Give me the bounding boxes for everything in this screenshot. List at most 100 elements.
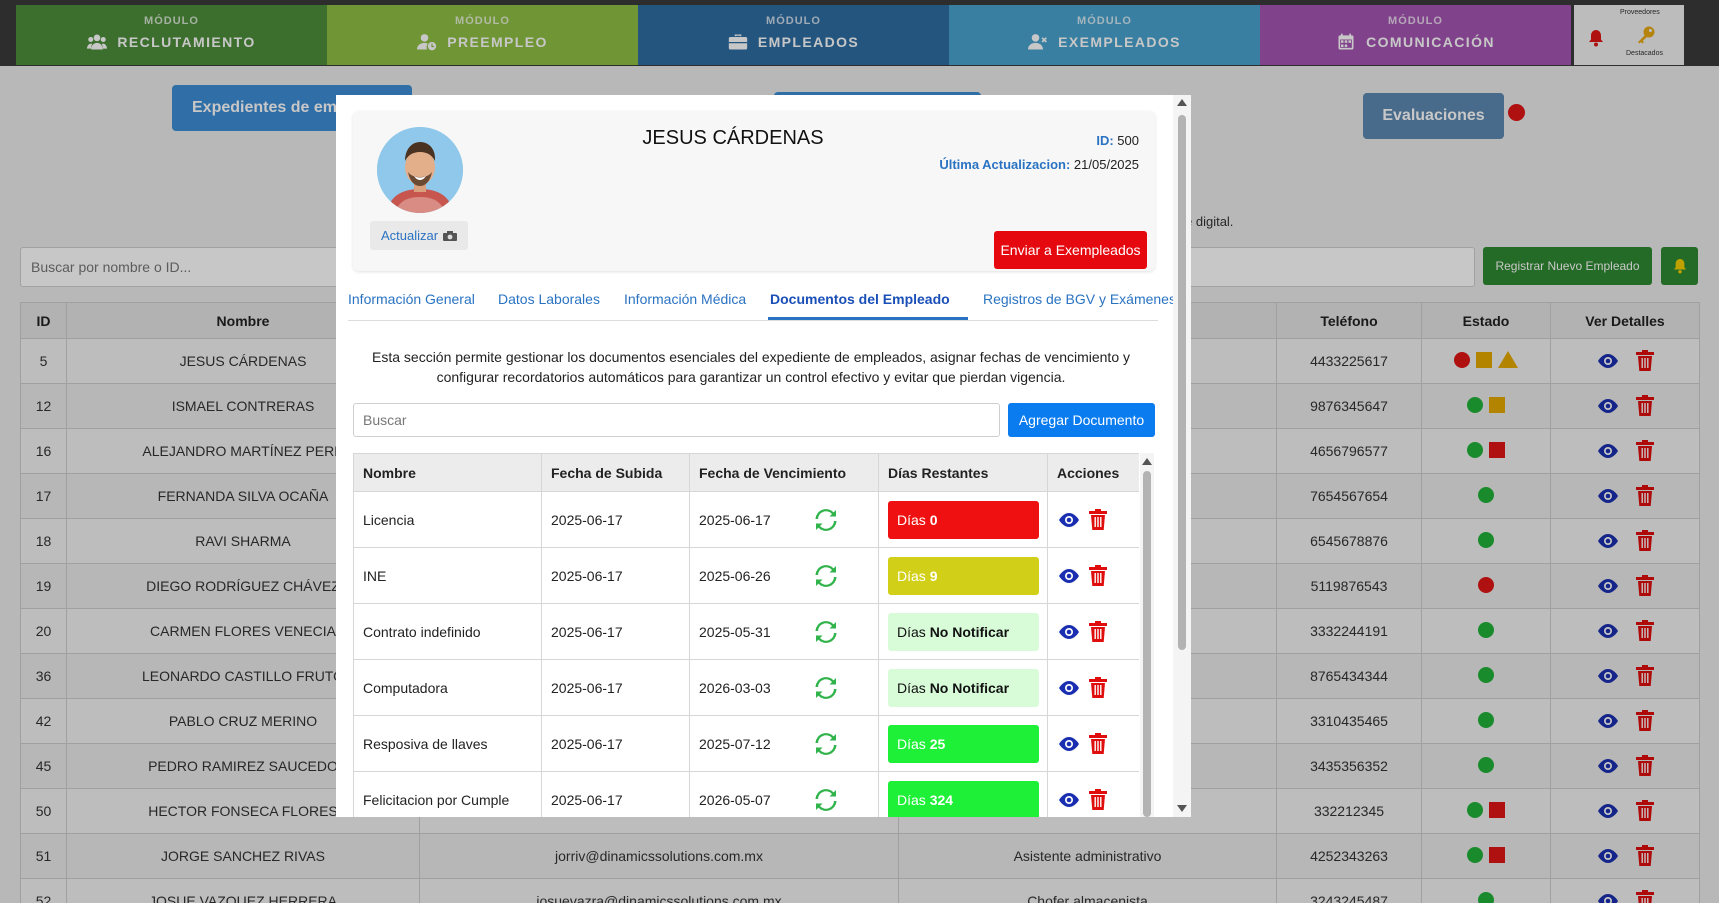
document-days-cell: Días No Notificar xyxy=(878,659,1048,716)
expiry-date: 2026-03-03 xyxy=(699,679,771,696)
document-search-input[interactable]: Buscar xyxy=(353,403,1000,437)
document-actions-cell xyxy=(1047,603,1139,660)
days-value: 9 xyxy=(929,567,938,584)
days-label: Días xyxy=(897,511,926,528)
employee-id: ID: 500 xyxy=(1096,133,1139,148)
days-label: Días xyxy=(897,735,926,752)
document-expires-cell: 2025-07-12 xyxy=(689,715,879,772)
column-header: Días Restantes xyxy=(878,453,1048,492)
documents-table: Nombre Fecha de Subida Fecha de Vencimie… xyxy=(353,453,1139,817)
document-expires-cell: 2026-05-07 xyxy=(689,771,879,817)
document-uploaded-cell: 2025-06-17 xyxy=(541,491,690,548)
expiry-date: 2025-06-26 xyxy=(699,567,771,584)
document-name-cell: Contrato indefinido xyxy=(353,603,542,660)
last-update-label: Última Actualizacion: xyxy=(939,157,1071,172)
id-label: ID: xyxy=(1096,133,1114,148)
document-uploaded-cell: 2025-06-17 xyxy=(541,603,690,660)
id-value: 500 xyxy=(1117,133,1139,148)
days-value: No Notificar xyxy=(929,623,1010,640)
section-description: Esta sección permite gestionar los docum… xyxy=(372,349,1130,385)
document-expires-cell: 2025-05-31 xyxy=(689,603,879,660)
document-actions-cell xyxy=(1047,491,1139,548)
tab-informacion-general[interactable]: Información General xyxy=(348,291,475,307)
refresh-icon[interactable] xyxy=(814,508,838,531)
table-header-row: Nombre Fecha de Subida Fecha de Vencimie… xyxy=(353,453,1139,492)
days-remaining-badge: Días 25 xyxy=(888,724,1039,763)
expiry-date: 2025-06-17 xyxy=(699,511,771,528)
document-actions-cell xyxy=(1047,547,1139,604)
eye-icon[interactable] xyxy=(1057,512,1081,528)
modal-scrollbar[interactable] xyxy=(1173,95,1191,817)
days-remaining-badge: Días No Notificar xyxy=(888,612,1039,651)
days-value: 25 xyxy=(929,735,946,752)
camera-icon xyxy=(443,230,458,241)
table-row: Contrato indefinido 2025-06-17 2025-05-31 D… xyxy=(353,603,1139,660)
trash-icon[interactable] xyxy=(1089,733,1107,754)
send-to-exempleados-button[interactable]: Enviar a Exempleados xyxy=(994,231,1147,269)
column-header: Fecha de Subida xyxy=(541,453,690,492)
scroll-down-arrow[interactable] xyxy=(1177,805,1187,812)
document-actions-cell xyxy=(1047,659,1139,716)
avatar xyxy=(377,127,463,213)
document-name-cell: Resposiva de llaves xyxy=(353,715,542,772)
refresh-icon[interactable] xyxy=(814,788,838,811)
days-remaining-badge: Días No Notificar xyxy=(888,668,1039,707)
last-update: Última Actualizacion: 21/05/2025 xyxy=(939,157,1139,172)
eye-icon[interactable] xyxy=(1057,736,1081,752)
days-remaining-badge: Días 324 xyxy=(888,780,1039,817)
refresh-icon[interactable] xyxy=(814,676,838,699)
days-remaining-badge: Días 0 xyxy=(888,500,1039,539)
trash-icon[interactable] xyxy=(1089,621,1107,642)
employee-name: JESUS CÁRDENAS xyxy=(642,127,824,149)
documents-scrollbar[interactable] xyxy=(1140,453,1154,817)
scroll-up-arrow[interactable] xyxy=(1177,99,1187,106)
document-uploaded-cell: 2025-06-17 xyxy=(541,547,690,604)
update-photo-button[interactable]: Actualizar xyxy=(370,221,468,250)
tab-documentos-empleado[interactable]: Documentos del Empleado xyxy=(770,291,950,307)
refresh-icon[interactable] xyxy=(814,620,838,643)
eye-icon[interactable] xyxy=(1057,568,1081,584)
document-actions-cell xyxy=(1047,771,1139,817)
document-uploaded-cell: 2025-06-17 xyxy=(541,659,690,716)
scrollbar-thumb[interactable] xyxy=(1143,471,1151,817)
table-row: Licencia 2025-06-17 2025-06-17 Días 0 xyxy=(353,491,1139,548)
document-days-cell: Días 0 xyxy=(878,491,1048,548)
column-header: Nombre xyxy=(353,453,542,492)
tab-informacion-medica[interactable]: Información Médica xyxy=(624,291,746,307)
document-days-cell: Días 25 xyxy=(878,715,1048,772)
document-actions-cell xyxy=(1047,715,1139,772)
table-row: Computadora 2025-06-17 2026-03-03 Días No N… xyxy=(353,659,1139,716)
update-photo-label: Actualizar xyxy=(380,228,439,243)
add-document-button[interactable]: Agregar Documento xyxy=(1008,403,1155,437)
trash-icon[interactable] xyxy=(1089,509,1107,530)
document-days-cell: Días No Notificar xyxy=(878,603,1048,660)
days-label: Días xyxy=(897,567,926,584)
tab-registros-bgv[interactable]: Registros de BGV y Exámenes xyxy=(983,291,1176,307)
days-label: Días xyxy=(897,623,926,640)
documents-table-container: Nombre Fecha de Subida Fecha de Vencimie… xyxy=(353,453,1139,817)
employee-header-card: Actualizar JESUS CÁRDENAS ID: 500 Última… xyxy=(353,111,1155,271)
active-tab-indicator xyxy=(768,317,968,320)
trash-icon[interactable] xyxy=(1089,565,1107,586)
document-name-cell: Computadora xyxy=(353,659,542,716)
expiry-date: 2025-07-12 xyxy=(699,735,771,752)
document-days-cell: Días 9 xyxy=(878,547,1048,604)
eye-icon[interactable] xyxy=(1057,792,1081,808)
expiry-date: 2026-05-07 xyxy=(699,791,771,808)
trash-icon[interactable] xyxy=(1089,677,1107,698)
scroll-up-arrow[interactable] xyxy=(1142,458,1152,465)
document-uploaded-cell: 2025-06-17 xyxy=(541,771,690,817)
trash-icon[interactable] xyxy=(1089,789,1107,810)
document-expires-cell: 2026-03-03 xyxy=(689,659,879,716)
document-days-cell: Días 324 xyxy=(878,771,1048,817)
refresh-icon[interactable] xyxy=(814,564,838,587)
table-row: INE 2025-06-17 2025-06-26 Días 9 xyxy=(353,547,1139,604)
eye-icon[interactable] xyxy=(1057,624,1081,640)
days-value: No Notificar xyxy=(929,679,1010,696)
scrollbar-thumb[interactable] xyxy=(1178,115,1186,650)
table-row: Resposiva de llaves 2025-06-17 2025-07-12 D… xyxy=(353,715,1139,772)
eye-icon[interactable] xyxy=(1057,680,1081,696)
tab-datos-laborales[interactable]: Datos Laborales xyxy=(498,291,600,307)
refresh-icon[interactable] xyxy=(814,732,838,755)
column-header: Acciones xyxy=(1047,453,1139,492)
